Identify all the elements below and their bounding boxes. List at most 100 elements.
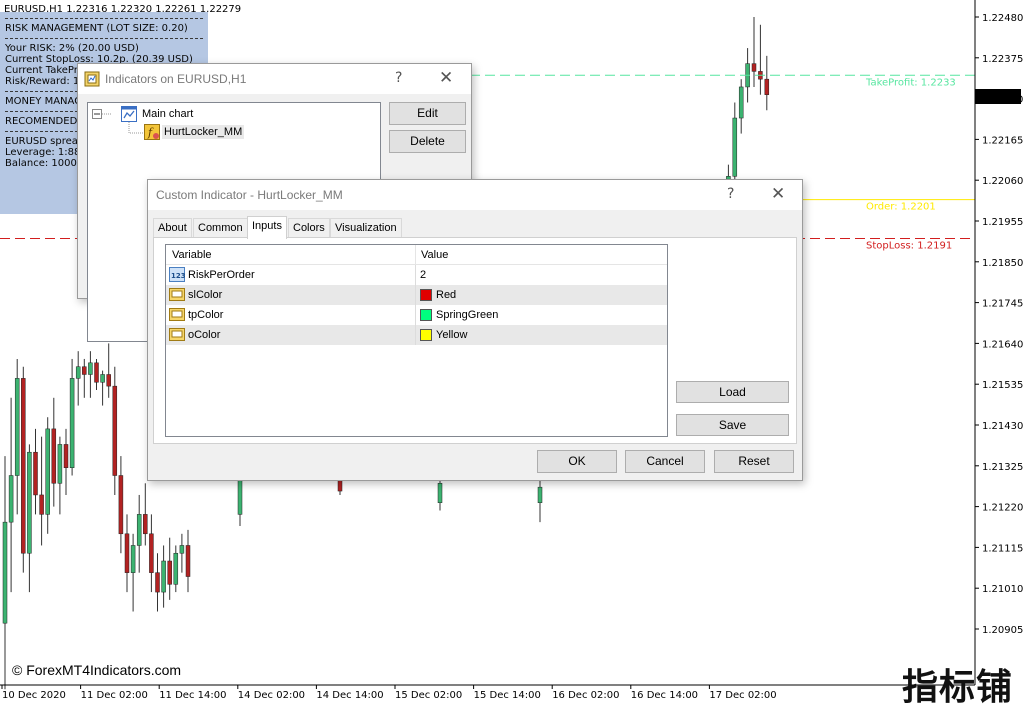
indicators-window-title: Indicators on EURUSD,H1 [105, 72, 247, 86]
help-icon[interactable]: ? [727, 186, 734, 202]
price-tick-label: 1.22480 [982, 13, 1023, 24]
main-chart-icon [121, 106, 137, 122]
time-tick-label: 15 Dec 02:00 [395, 690, 462, 701]
candle-body [94, 362, 99, 383]
color-swatch-yellow[interactable] [420, 329, 432, 341]
inputs-grid[interactable]: Variable Value 123 RiskPerOrder 2 slColo… [165, 244, 668, 437]
candle-body [437, 483, 443, 503]
tree-item-main-chart[interactable]: Main chart [142, 108, 193, 120]
panel-separator [5, 38, 203, 39]
price-tick-label: 1.21955 [982, 217, 1023, 228]
candle-body [179, 545, 185, 554]
order-label: Order: 1.2201 [866, 202, 936, 213]
tree-collapse-icon[interactable] [92, 109, 102, 122]
tree-item-hurtlocker[interactable]: HurtLocker_MM [162, 125, 245, 139]
price-tick-label: 1.22165 [982, 135, 1023, 146]
edit-button[interactable]: Edit [389, 102, 466, 125]
candle-body [751, 63, 757, 72]
price-tick-label: 1.21535 [982, 380, 1023, 391]
time-tick-label: 14 Dec 02:00 [238, 690, 305, 701]
color-swatch-red[interactable] [420, 289, 432, 301]
variable-name: oColor [188, 329, 221, 341]
watermark-logo: 指标铺 [902, 667, 1014, 704]
color-param-icon [169, 308, 185, 321]
tab-inputs[interactable]: Inputs [247, 216, 287, 239]
value-field[interactable]: Red [436, 289, 456, 301]
price-tick-label: 1.21010 [982, 584, 1023, 595]
variable-name: tpColor [188, 309, 224, 321]
candle-body [39, 494, 44, 515]
price-tick-label: 1.21220 [982, 503, 1023, 514]
delete-button[interactable]: Delete [389, 130, 466, 153]
inputs-tab-panel: Variable Value 123 RiskPerOrder 2 slColo… [153, 237, 797, 444]
candle-body [8, 475, 14, 523]
grid-row-riskperorder[interactable]: 123 RiskPerOrder 2 [166, 265, 667, 285]
candle-body [167, 560, 172, 585]
candle-body [237, 475, 243, 515]
column-divider [415, 325, 416, 345]
cancel-button[interactable]: Cancel [625, 450, 705, 473]
value-field[interactable]: Yellow [436, 329, 467, 341]
save-button[interactable]: Save [676, 414, 789, 436]
tab-about[interactable]: About [153, 218, 192, 238]
color-swatch-springgreen[interactable] [420, 309, 432, 321]
take-profit-label: TakeProfit: 1.2233 [865, 77, 956, 88]
candle-body [57, 444, 63, 484]
candle-body [143, 514, 148, 535]
column-value[interactable]: Value [421, 249, 448, 261]
ok-button[interactable]: OK [537, 450, 617, 473]
candle-body [100, 374, 105, 383]
load-button[interactable]: Load [676, 381, 789, 403]
column-divider [415, 285, 416, 305]
column-divider [415, 265, 416, 285]
tab-colors[interactable]: Colors [288, 218, 330, 238]
candle-body [51, 428, 57, 484]
custom-indicator-icon: f [144, 124, 160, 140]
current-price-marker: 1.22279 [975, 89, 1021, 104]
indicators-titlebar[interactable]: Indicators on EURUSD,H1 ? ✕ [78, 64, 471, 94]
close-icon[interactable]: ✕ [439, 68, 453, 88]
price-tick-label: 1.21745 [982, 299, 1023, 310]
color-param-icon [169, 328, 185, 341]
grid-row-tpcolor[interactable]: tpColor SpringGreen [166, 305, 667, 325]
panel-separator [5, 18, 203, 19]
grid-header: Variable Value [166, 245, 667, 265]
candle-body [63, 444, 69, 468]
candle-body [764, 78, 770, 95]
value-field[interactable]: SpringGreen [436, 309, 498, 321]
grid-row-ocolor[interactable]: oColor Yellow [166, 325, 667, 345]
variable-name: slColor [188, 289, 223, 301]
candle-body [27, 451, 32, 554]
help-icon[interactable]: ? [395, 70, 402, 86]
column-divider [415, 305, 416, 325]
reset-button[interactable]: Reset [714, 450, 794, 473]
candle-body [88, 362, 93, 375]
custom-indicator-titlebar[interactable]: Custom Indicator - HurtLocker_MM ? ✕ [148, 180, 802, 210]
column-variable[interactable]: Variable [172, 249, 212, 261]
candle-body [118, 475, 124, 535]
value-field[interactable]: 2 [420, 269, 426, 281]
candle-body [75, 366, 81, 379]
candle-body [14, 378, 20, 476]
time-tick-label: 14 Dec 14:00 [316, 690, 383, 701]
candle-body [136, 514, 142, 546]
color-param-icon [169, 288, 185, 301]
price-tick-label: 1.21640 [982, 339, 1023, 350]
custom-indicator-window-title: Custom Indicator - HurtLocker_MM [156, 188, 343, 202]
numeric-icon: 123 [169, 267, 185, 282]
copyright-text: © ForexMT4Indicators.com [12, 662, 182, 678]
price-tick-label: 1.21850 [982, 258, 1023, 269]
price-tick-label: 1.22060 [982, 176, 1023, 187]
risk-line: Your RISK: 2% (20.00 USD) [5, 43, 139, 54]
time-tick-label: 16 Dec 14:00 [631, 690, 698, 701]
tab-common[interactable]: Common [193, 218, 248, 238]
indicators-app-icon [84, 71, 100, 87]
time-tick-label: 10 Dec 2020 [2, 690, 66, 701]
candle-body [738, 86, 744, 119]
price-tick-label: 1.21430 [982, 421, 1023, 432]
tab-visualization[interactable]: Visualization [330, 218, 402, 238]
candle-body [33, 451, 38, 496]
close-icon[interactable]: ✕ [771, 184, 785, 204]
grid-row-slcolor[interactable]: slColor Red [166, 285, 667, 305]
price-tick-label: 1.20905 [982, 625, 1023, 636]
